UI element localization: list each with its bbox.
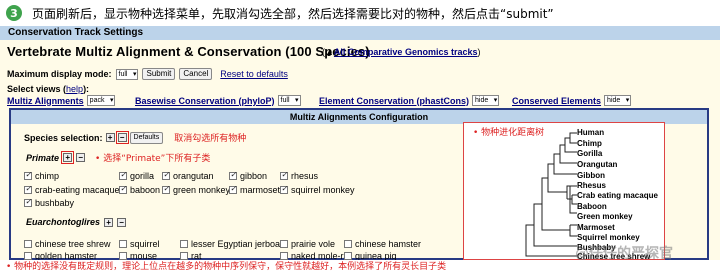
species-checkbox-item[interactable]: rhesus [280,170,318,181]
checkbox-unchecked-icon[interactable] [24,252,32,260]
view-phylop: Basewise Conservation (phyloP) full [135,95,301,106]
species-checkbox-item[interactable]: prairie vole [280,239,335,249]
species-checkbox-item[interactable]: chinese hamster [344,239,421,249]
tree-label: Crab eating macaque [577,191,658,200]
checkbox-checked-icon[interactable] [162,184,170,194]
primate-deselect-all-button[interactable]: − [76,153,86,162]
view-multiz-select[interactable]: pack [86,95,116,106]
view-conserved: Conserved Elements hide [512,95,632,106]
species-checkbox-item[interactable]: orangutan [162,170,214,181]
species-checkbox-item[interactable]: baboon [119,184,160,195]
primate-select-all-button[interactable]: + [61,151,75,164]
checkbox-checked-icon[interactable] [24,197,32,207]
step-text: 页面刷新后，显示物种选择菜单，先取消勾选全部，然后选择需要比对的物种，然后点击“… [32,6,554,21]
max-display-label: Maximum display mode: [7,69,112,79]
checkbox-unchecked-icon[interactable] [344,252,352,260]
checkbox-checked-icon[interactable] [162,170,170,180]
view-multiz: Multiz Alignments pack [7,95,116,106]
species-checkbox-item[interactable]: squirrel monkey [280,184,355,195]
view-phastcons: Element Conservation (phastCons) hide [319,95,500,106]
view-multiz-link[interactable]: Multiz Alignments [7,96,84,106]
view-phastcons-link[interactable]: Element Conservation (phastCons) [319,96,469,106]
species-checkbox-item[interactable]: squirrel [119,239,160,249]
checkbox-unchecked-icon[interactable] [119,252,127,260]
tree-label: Marmoset [577,223,615,232]
tree-label: Gorilla [577,149,603,158]
all-comparative-genomics-link[interactable]: All Comparative Genomics tracks [334,47,478,57]
checkbox-checked-icon[interactable] [229,184,237,194]
tree-label: Gibbon [577,171,605,180]
submit-button[interactable]: Submit [142,68,176,80]
max-display-row: Maximum display mode: full Submit Cancel… [7,68,288,80]
view-phastcons-select[interactable]: hide [472,95,500,106]
species-checkbox-item[interactable]: chinese tree shrew [24,239,111,249]
select-views-label: Select views (help): [7,84,90,94]
view-conserved-link[interactable]: Conserved Elements [512,96,601,106]
checkbox-checked-icon[interactable] [24,170,32,180]
euarch-deselect-all-button[interactable]: − [117,217,127,227]
checkbox-checked-icon[interactable] [24,184,32,194]
checkbox-checked-icon[interactable] [119,170,127,180]
checkbox-unchecked-icon[interactable] [119,240,127,248]
track-settings-header: Conservation Track Settings [0,26,720,40]
checkbox-unchecked-icon[interactable] [180,252,188,260]
checkbox-unchecked-icon[interactable] [280,240,288,248]
view-phylop-select[interactable]: full [277,95,301,106]
species-selection-label: Species selection: [24,132,103,143]
euarch-select-all-button[interactable]: + [104,217,114,227]
species-checkbox-item[interactable]: chimp [24,170,59,181]
species-checkbox-item[interactable]: marmoset [229,184,280,195]
primate-group-row: Primate + − • 选择“Primate”下所有子类 [26,151,210,164]
tree-label: Squirrel monkey [577,233,640,242]
checkbox-unchecked-icon[interactable] [24,240,32,248]
species-checkbox-item[interactable]: green monkey [162,184,230,195]
comparative-genomics-link-wrap: (▲All Comparative Genomics tracks) [322,47,481,57]
species-checkbox-item[interactable]: lesser Egyptian jerboa [180,239,280,249]
tree-label: Chimp [577,139,602,148]
deselect-annotation: 取消勾选所有物种 [174,134,247,144]
checkbox-unchecked-icon[interactable] [280,252,288,260]
view-conserved-select[interactable]: hide [604,95,632,106]
checkbox-checked-icon[interactable] [280,170,288,180]
deselect-all-button[interactable]: − [115,131,129,144]
cancel-button[interactable]: Cancel [179,68,213,80]
tree-label: Green monkey [577,212,633,221]
species-checkbox-item[interactable]: bushbaby [24,197,74,208]
view-phylop-link[interactable]: Basewise Conservation (phyloP) [135,96,275,106]
species-selection-row: Species selection: + − Defaults 取消勾选所有物种 [24,131,246,144]
checkbox-unchecked-icon[interactable] [180,240,188,248]
instruction-step: 3 页面刷新后，显示物种选择菜单，先取消勾选全部，然后选择需要比对的物种，然后点… [0,0,720,26]
tree-label: Baboon [577,202,607,211]
reset-defaults-link[interactable]: Reset to defaults [220,69,288,79]
checkbox-checked-icon[interactable] [229,170,237,180]
select-all-button[interactable]: + [105,133,115,142]
footnote-annotation: • 物种的选择没有既定规则，理论上位点在越多的物种中序列保守，保守性就越好，本例… [0,260,720,275]
species-checkbox-item[interactable]: gibbon [229,170,267,181]
tree-label: Rhesus [577,181,606,190]
primate-label: Primate [26,152,60,163]
checkbox-checked-icon[interactable] [119,184,127,194]
species-checkbox-item[interactable]: gorilla [119,170,154,181]
tree-label: Orangutan [577,160,618,169]
species-checkbox-item[interactable]: crab-eating macaque [24,184,120,195]
page-title: Vertebrate Multiz Alignment & Conservati… [7,44,370,59]
euarchontoglires-label: Euarchontoglires [26,217,101,227]
help-link[interactable]: help [66,84,83,94]
tree-label: Human [577,128,605,137]
max-display-select[interactable]: full [115,68,139,80]
primate-annotation: • 选择“Primate”下所有子类 [95,154,211,164]
defaults-button[interactable]: Defaults [129,131,164,144]
phylogenetic-tree-icon [525,132,577,257]
checkbox-checked-icon[interactable] [280,184,288,194]
step-number-badge: 3 [6,5,22,21]
checkbox-unchecked-icon[interactable] [344,240,352,248]
up-arrow-icon: ▲ [325,47,334,57]
euarchontoglires-group-row: Euarchontoglires + − [26,217,127,227]
